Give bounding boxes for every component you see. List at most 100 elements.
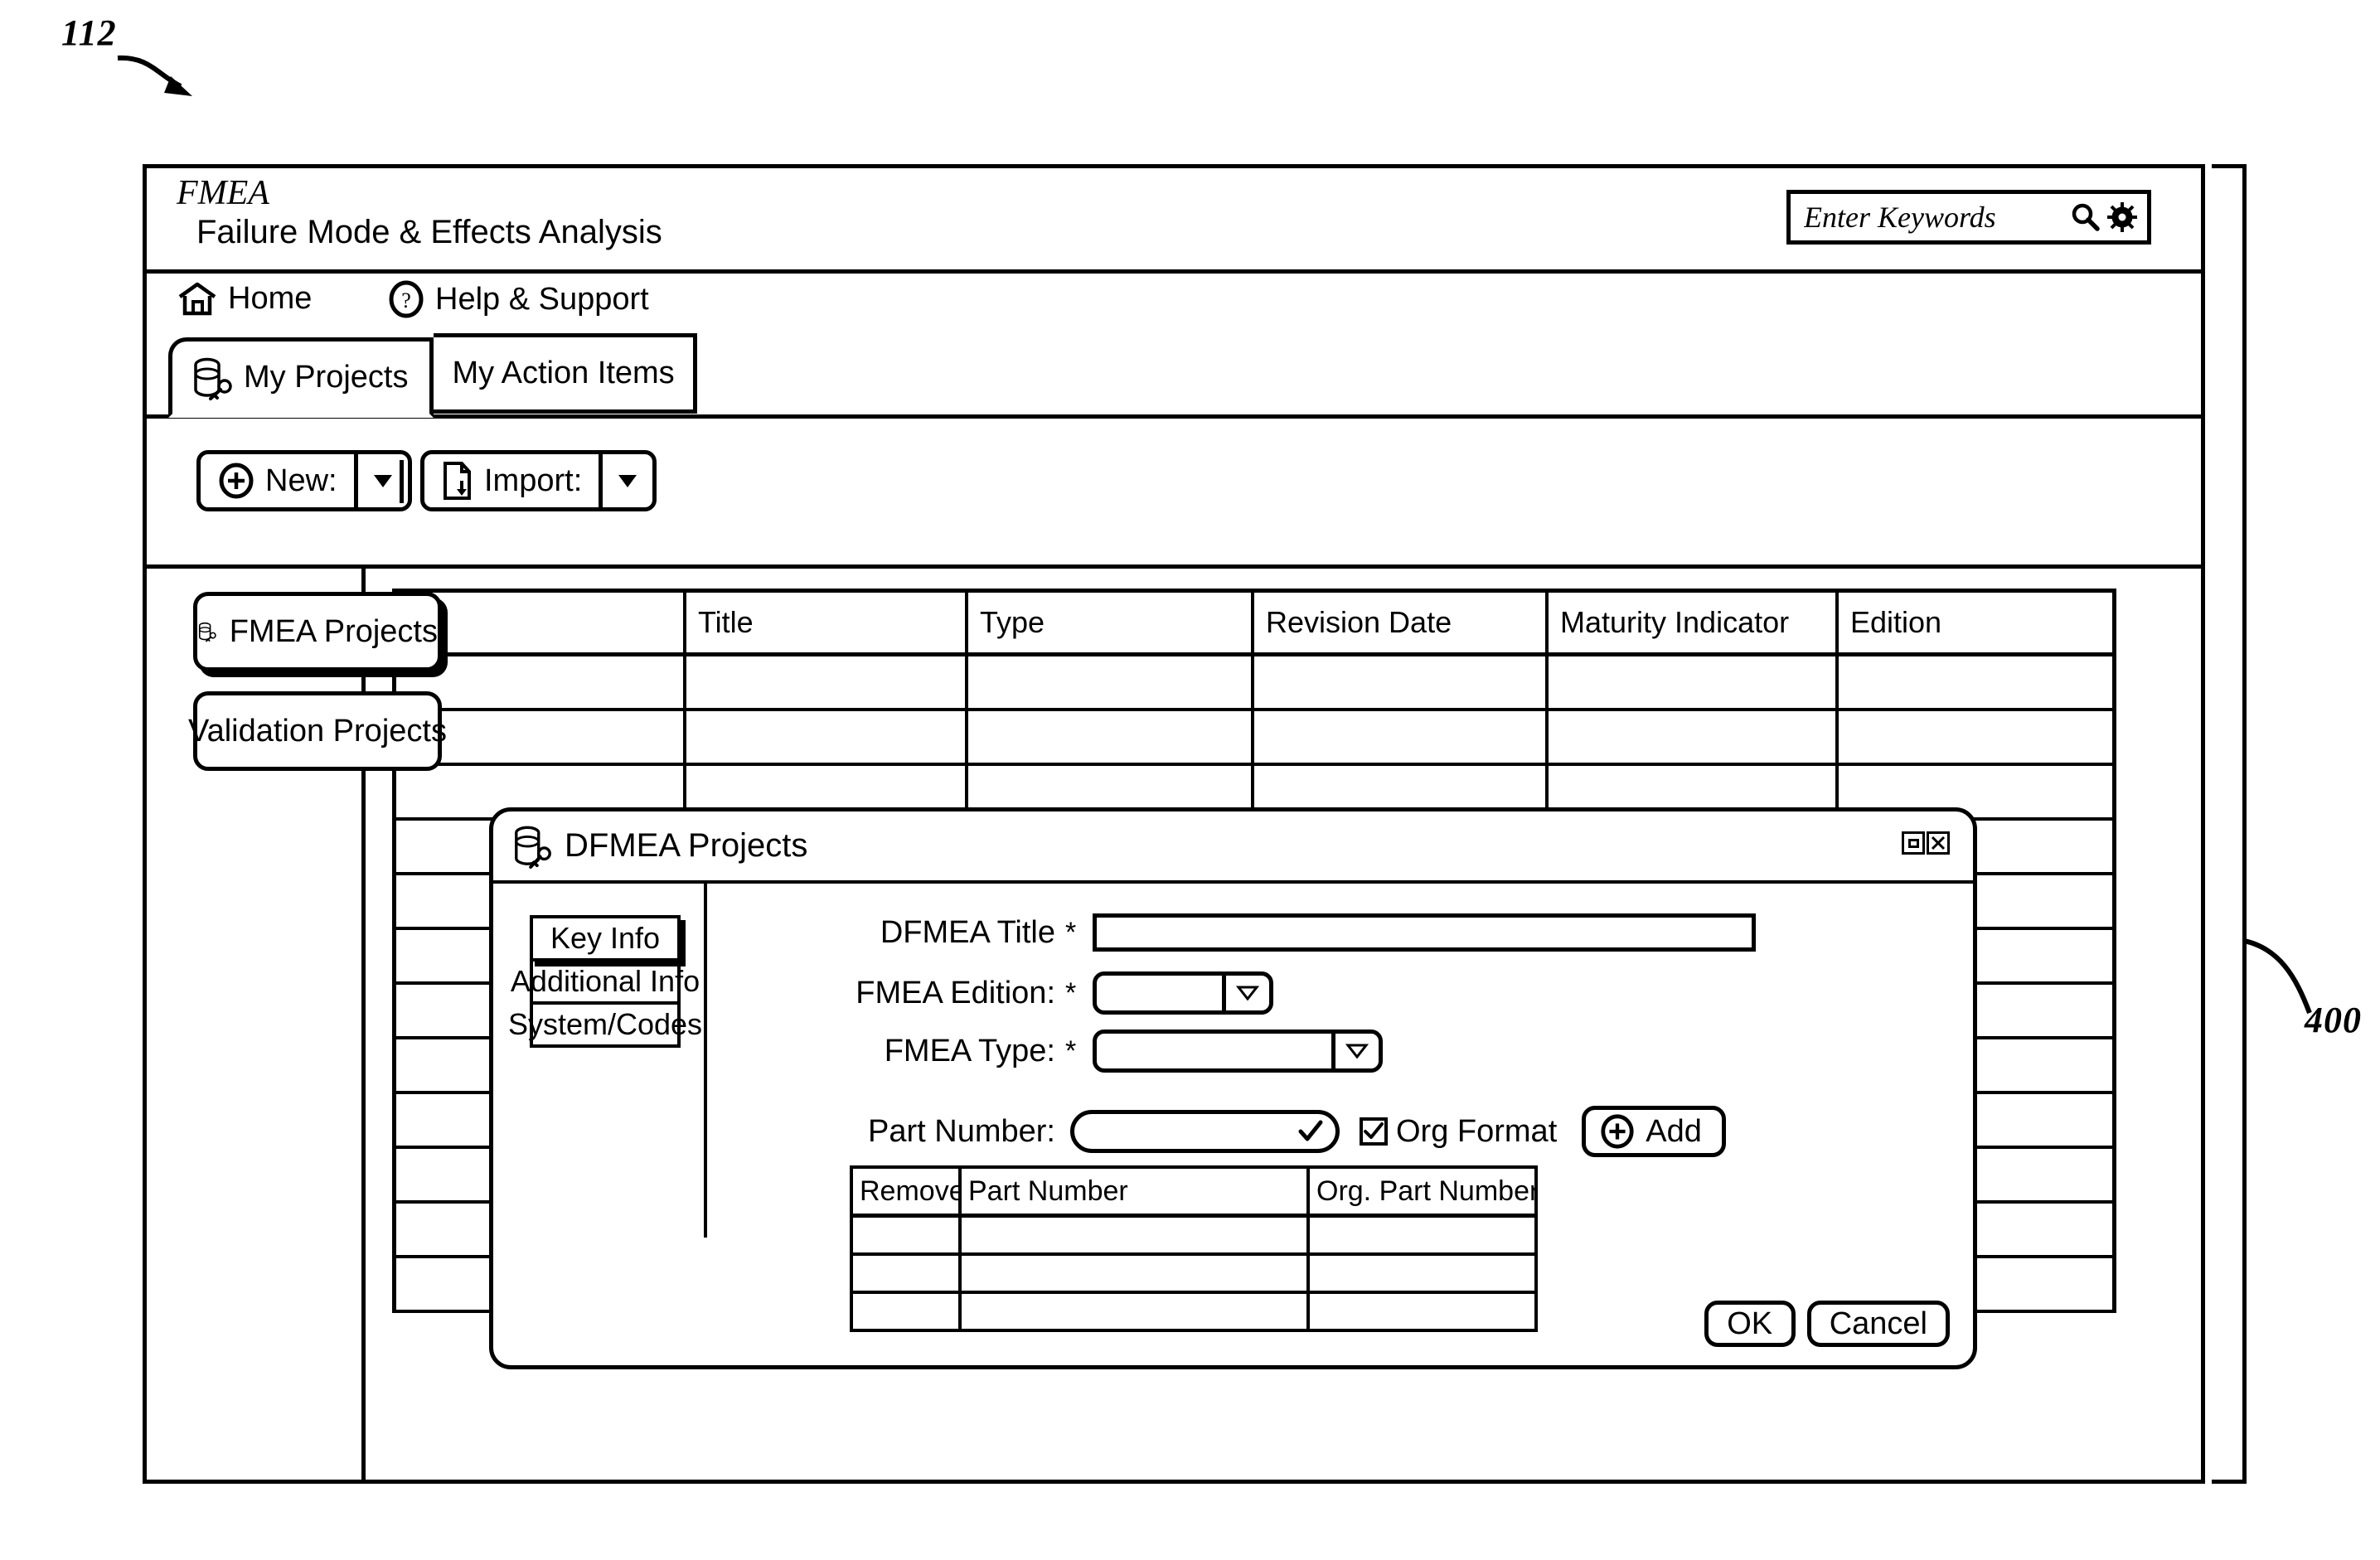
application-window: FMEA Failure Mode & Effects Analysis Ent… [143,164,2205,1484]
plus-circle-icon [219,463,254,499]
nav-link-home[interactable]: Home [177,280,312,317]
cancel-button[interactable]: Cancel [1806,1301,1950,1347]
sidebar: FMEA Projects Validation Projects [147,569,447,1480]
dialog-tab-system-codes-label: System/Codes [507,1007,703,1041]
part-table-row[interactable] [853,1256,1534,1294]
part-number-input[interactable] [1088,1115,1297,1148]
search-icon[interactable] [2069,201,2102,234]
home-icon [178,282,216,316]
part-table-cell [1310,1256,1534,1291]
dialog-tab-additional-info[interactable]: Additional Info [511,958,700,1005]
command-toolbar: New: Import: [147,419,2201,569]
dialog-tab-key-info[interactable]: Key Info [530,915,681,962]
content-area: FMEA Projects Validation Projects Id Tit… [147,569,2201,1480]
tab-my-action-items[interactable]: My Action Items [434,333,697,414]
dfmea-title-label: DFMEA Title [880,914,1055,950]
figure-reference-112: 112 [61,12,117,53]
dialog-body: Key Info Additional Info System/Codes DF… [493,884,1973,1365]
part-table-row[interactable] [853,1218,1534,1256]
search-box[interactable] [1786,190,2151,245]
part-number-input-wrap[interactable] [1070,1110,1340,1153]
column-header-title[interactable]: Title [686,593,968,652]
database-key-icon [194,357,232,400]
part-table-cell [962,1218,1310,1252]
table-cell [1839,711,2112,763]
chevron-down-icon [618,475,637,487]
gear-icon[interactable] [2106,201,2139,234]
chevron-down-icon [1331,1034,1379,1068]
svg-text:?: ? [401,288,411,312]
nav-link-help-support[interactable]: ? Help & Support [387,280,649,318]
table-row[interactable] [396,656,2112,711]
column-header-edition[interactable]: Edition [1839,593,2112,652]
part-table-cell [962,1256,1310,1291]
field-row-part-number: Part Number: Org Format Add [810,1106,1726,1157]
new-button-label: New: [265,463,337,498]
ok-button[interactable]: OK [1704,1301,1796,1347]
tab-my-projects[interactable]: My Projects [168,337,434,418]
fmea-type-required-marker: * [1065,1035,1077,1067]
part-table-cell [1310,1218,1534,1252]
part-table-row[interactable] [853,1294,1534,1329]
sidebar-item-validation-projects[interactable]: Validation Projects [188,691,447,771]
dfmea-title-required-marker: * [1065,917,1077,948]
ok-button-label: OK [1727,1306,1773,1341]
app-subtitle: Failure Mode & Effects Analysis [196,214,662,250]
nav-home-label: Home [228,280,313,316]
file-import-icon [444,462,471,500]
table-cell [1549,711,1839,763]
chevron-down-icon [1222,976,1269,1010]
dialog-tab-additional-info-label: Additional Info [510,964,700,998]
sidebar-item-fmea-projects[interactable]: FMEA Projects [193,592,442,671]
new-button[interactable]: New: [196,450,412,511]
dialog-tab-system-codes[interactable]: System/Codes [508,1001,702,1048]
org-format-checkbox[interactable] [1360,1117,1388,1146]
part-table-body [853,1218,1534,1329]
close-icon[interactable] [1927,831,1950,855]
dialog-window-controls [1902,831,1950,855]
part-number-label: Part Number: [868,1113,1055,1149]
add-part-button[interactable]: Add [1582,1106,1726,1157]
org-format-checkbox-group[interactable]: Org Format [1360,1114,1557,1150]
import-dropdown-toggle[interactable] [599,454,652,507]
table-cell [1254,711,1549,763]
dialog-form: DFMEA Title * FMEA Edition: * FMEA Type:… [717,884,1973,1365]
part-table-header-row: Remove Part Number Org. Part Number [853,1169,1534,1218]
part-column-header-org-part-number[interactable]: Org. Part Number [1310,1169,1534,1214]
navigation-bar: Home ? Help & Support My Projects My Act… [147,274,2201,419]
column-header-revision-date[interactable]: Revision Date [1254,593,1549,652]
dfmea-title-input[interactable] [1093,913,1757,952]
database-key-icon [515,826,551,869]
part-column-header-remove[interactable]: Remove [853,1169,962,1214]
field-row-fmea-edition: FMEA Edition: * [803,971,1274,1015]
column-header-maturity-indicator[interactable]: Maturity Indicator [1549,593,1839,652]
database-key-icon [198,622,216,642]
import-button-label: Import: [484,463,583,498]
window-scrollbar[interactable] [2212,164,2247,1484]
table-cell [686,656,968,708]
dialog-titlebar[interactable]: DFMEA Projects [493,811,1973,884]
toolbar-divider [400,460,404,503]
import-button[interactable]: Import: [420,450,657,511]
table-cell [1839,656,2112,708]
search-input[interactable] [1804,200,2069,235]
tab-my-action-items-label: My Action Items [452,356,675,390]
dialog-title: DFMEA Projects [565,827,808,864]
cancel-button-label: Cancel [1829,1306,1927,1341]
fmea-edition-dropdown[interactable] [1093,971,1274,1015]
part-column-header-part-number[interactable]: Part Number [962,1169,1310,1214]
fmea-type-dropdown[interactable] [1093,1030,1384,1073]
maximize-icon[interactable] [1902,831,1925,855]
projects-table-header-row: Id Title Type Revision Date Maturity Ind… [396,593,2112,656]
brand-header: FMEA Failure Mode & Effects Analysis [147,168,2201,274]
checkmark-icon[interactable] [1297,1120,1324,1143]
figure-reference-400: 400 [2305,1000,2362,1040]
dfmea-projects-dialog: DFMEA Projects Key Info Additional Info … [489,807,1977,1369]
sidebar-item-fmea-projects-label: FMEA Projects [229,613,438,649]
table-cell [1254,656,1549,708]
column-header-type[interactable]: Type [968,593,1254,652]
part-table-cell [962,1294,1310,1329]
fmea-edition-label: FMEA Edition: [856,975,1055,1010]
table-row[interactable] [396,711,2112,766]
dialog-tab-list: Key Info Additional Info System/Codes [508,915,702,1048]
